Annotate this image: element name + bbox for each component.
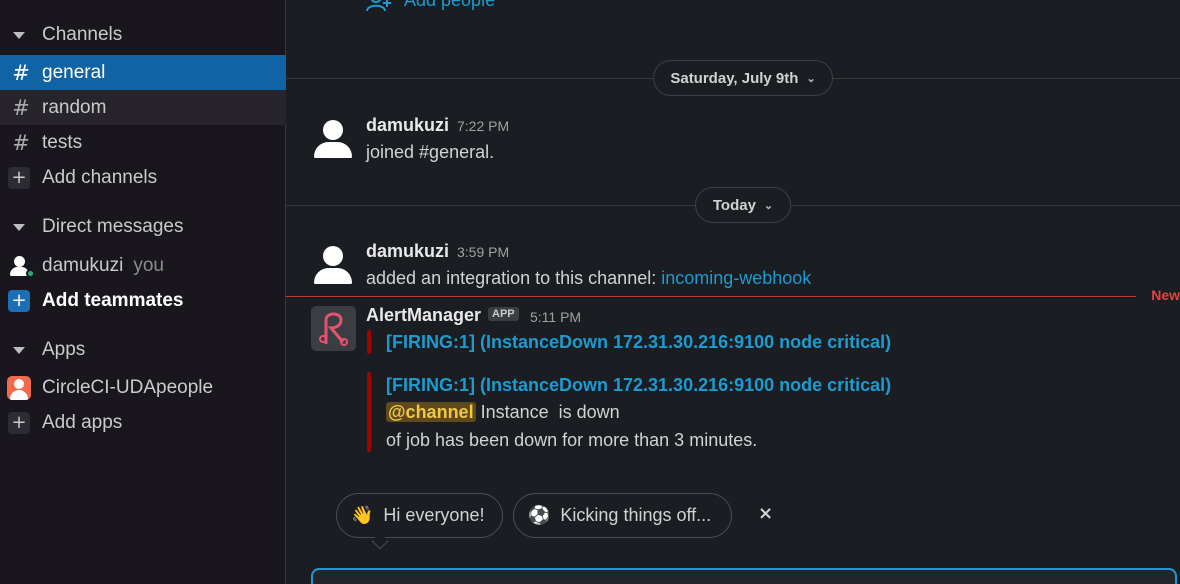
add-apps-button[interactable]: + Add apps bbox=[0, 405, 286, 440]
alert-body-text: Instance is down bbox=[475, 402, 620, 422]
channel-mention[interactable]: @channel bbox=[386, 402, 476, 422]
dm-header-label: Direct messages bbox=[42, 216, 184, 237]
plus-icon: + bbox=[8, 411, 30, 434]
chevron-down-icon: ⌄ bbox=[763, 199, 774, 212]
message-text-prefix: added an integration to this channel: bbox=[366, 268, 662, 288]
message-author[interactable]: damukuzi bbox=[366, 115, 449, 136]
message-timestamp[interactable]: 3:59 PM bbox=[457, 244, 509, 260]
message-text: added an integration to this channel: in… bbox=[366, 268, 811, 289]
suggestion-chip-kickoff[interactable]: ⚽ Kicking things off... bbox=[513, 493, 732, 538]
hash-icon: # bbox=[12, 60, 30, 85]
suggestion-chip-hi[interactable]: 👋 Hi everyone! bbox=[336, 493, 503, 538]
hash-icon: # bbox=[12, 130, 30, 155]
message-text: joined #general. bbox=[366, 142, 495, 162]
message-composer[interactable] bbox=[311, 568, 1177, 584]
channel-label: tests bbox=[42, 131, 83, 153]
message-author[interactable]: AlertManager bbox=[366, 305, 481, 326]
add-person-icon bbox=[366, 0, 392, 11]
message-timestamp[interactable]: 7:22 PM bbox=[457, 118, 509, 134]
caret-down-icon bbox=[13, 346, 25, 354]
add-people-label: Add people bbox=[404, 0, 496, 10]
channels-header-label: Channels bbox=[42, 24, 123, 45]
circleci-app-icon bbox=[7, 375, 31, 400]
caret-down-icon bbox=[13, 31, 25, 39]
chip-label: Hi everyone! bbox=[383, 505, 485, 525]
sidebar-item-app[interactable]: CircleCI-UDApeople bbox=[0, 370, 286, 405]
plus-icon: + bbox=[8, 289, 30, 312]
alert-title-link[interactable]: [FIRING:1] (InstanceDown 172.31.30.216:9… bbox=[386, 332, 891, 353]
attachment-color-bar bbox=[367, 372, 371, 452]
new-messages-line bbox=[286, 296, 1136, 297]
alertmanager-avatar[interactable] bbox=[311, 306, 356, 351]
message-author[interactable]: damukuzi bbox=[366, 241, 449, 262]
user-avatar-icon bbox=[8, 254, 35, 278]
attachment-color-bar bbox=[367, 330, 371, 354]
online-status-icon bbox=[26, 268, 35, 278]
message-pane: Add people Saturday, July 9th ⌄ damukuzi… bbox=[286, 0, 1180, 584]
date-divider-button[interactable]: Saturday, July 9th ⌄ bbox=[653, 60, 833, 96]
sidebar-item-random[interactable]: # random bbox=[0, 90, 286, 125]
apps-header-label: Apps bbox=[42, 339, 86, 360]
apps-section-header[interactable]: Apps bbox=[0, 333, 286, 367]
integration-link[interactable]: incoming-webhook bbox=[661, 268, 811, 288]
chevron-down-icon: ⌄ bbox=[806, 72, 816, 85]
alert-body-line: of job has been down for more than 3 min… bbox=[386, 430, 758, 450]
add-apps-label: Add apps bbox=[42, 411, 123, 433]
sidebar-item-tests[interactable]: # tests bbox=[0, 125, 286, 160]
alertmanager-logo-icon bbox=[319, 312, 348, 346]
add-people-button[interactable]: Add people bbox=[366, 0, 495, 11]
add-channels-button[interactable]: + Add channels bbox=[0, 160, 286, 195]
plus-icon: + bbox=[8, 166, 30, 189]
date-label: Saturday, July 9th bbox=[670, 69, 799, 87]
waving-hand-icon: 👋 bbox=[351, 505, 374, 526]
channel-label: general bbox=[42, 61, 106, 83]
message-timestamp[interactable]: 5:11 PM bbox=[530, 309, 581, 325]
you-label: you bbox=[133, 254, 164, 276]
app-badge: APP bbox=[488, 307, 519, 321]
channel-label: random bbox=[42, 96, 107, 118]
sidebar-item-general[interactable]: # general bbox=[0, 55, 286, 90]
hash-icon: # bbox=[12, 95, 30, 120]
caret-down-icon bbox=[13, 223, 25, 231]
dm-user-label: damukuzi bbox=[42, 254, 124, 276]
soccer-ball-icon: ⚽ bbox=[528, 505, 551, 526]
dm-section-header[interactable]: Direct messages bbox=[0, 210, 286, 244]
new-messages-label: New bbox=[1151, 287, 1180, 303]
app-label: CircleCI-UDApeople bbox=[42, 376, 214, 398]
add-teammates-button[interactable]: + Add teammates bbox=[0, 283, 286, 318]
avatar[interactable] bbox=[311, 242, 355, 286]
alert-title-link[interactable]: [FIRING:1] (InstanceDown 172.31.30.216:9… bbox=[386, 375, 891, 396]
close-icon[interactable]: × bbox=[758, 503, 773, 524]
date-label: Today bbox=[712, 196, 756, 214]
sidebar-item-dm-damukuzi[interactable]: damukuzi you bbox=[0, 248, 286, 283]
alert-body-line: @channel Instance is down bbox=[386, 402, 620, 423]
add-channels-label: Add channels bbox=[42, 166, 158, 188]
sidebar: Channels # general # random # tests + Ad… bbox=[0, 0, 286, 584]
chip-label: Kicking things off... bbox=[560, 505, 712, 525]
date-divider-button[interactable]: Today ⌄ bbox=[695, 187, 791, 223]
channels-section-header[interactable]: Channels bbox=[0, 18, 286, 52]
avatar[interactable] bbox=[311, 116, 355, 160]
add-teammates-label: Add teammates bbox=[42, 289, 184, 311]
